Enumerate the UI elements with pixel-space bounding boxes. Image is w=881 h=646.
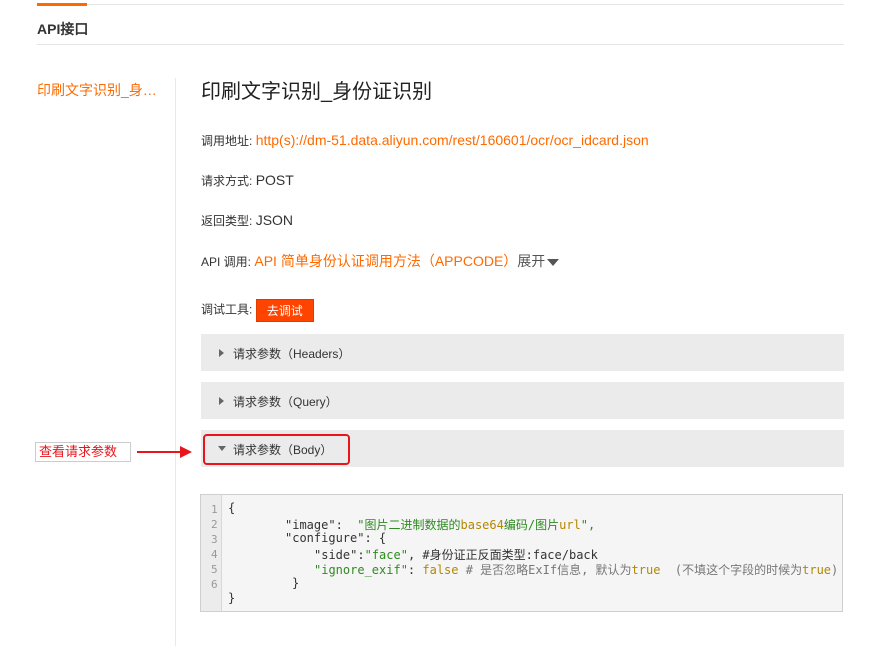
line-number: 4	[211, 548, 218, 561]
call-address-label: 调用地址:	[201, 134, 253, 148]
return-type-value: JSON	[255, 212, 294, 228]
expand-label: 展开	[517, 253, 546, 269]
debug-tool-row: 调试工具: 去调试	[201, 299, 314, 322]
line-number: 5	[211, 563, 218, 576]
sidebar-divider	[175, 78, 176, 646]
return-type-label: 返回类型:	[201, 214, 253, 228]
top-divider	[37, 4, 844, 5]
annotation-label: 查看请求参数	[35, 442, 131, 462]
code-comment: # 是否忽略ExIf信息, 默认为	[458, 563, 632, 577]
code-token: }	[292, 576, 300, 590]
code-string: url	[559, 518, 581, 532]
expand-toggle[interactable]: 展开	[517, 253, 560, 269]
api-title: 印刷文字识别_身份证识别	[201, 81, 433, 103]
caret-right-icon	[219, 349, 224, 357]
caret-down-icon	[547, 258, 560, 266]
code-token: :	[335, 518, 358, 532]
code-comment: (不填这个字段的时候为	[660, 563, 803, 577]
annotation-arrow-icon	[137, 446, 192, 458]
call-address-value: http(s)://dm-51.data.aliyun.com/rest/160…	[255, 132, 649, 148]
code-token: {	[228, 501, 236, 515]
active-tab-indicator	[37, 3, 87, 6]
code-line: "configure": {	[285, 531, 386, 545]
code-line: }	[292, 576, 299, 590]
code-token: }	[228, 591, 236, 605]
annotation-highlight-box	[203, 434, 350, 465]
code-keyword: false	[422, 563, 459, 577]
code-key: "image"	[285, 518, 336, 532]
params-query-label: 请求参数（Query）	[233, 395, 338, 409]
params-headers-label: 请求参数（Headers）	[233, 347, 351, 361]
code-token: : {	[364, 531, 387, 545]
code-keyword: true	[631, 563, 661, 577]
code-line: "ignore_exif": false # 是否忽略ExIf信息, 默认为tr…	[314, 561, 838, 578]
code-token: :	[407, 563, 423, 577]
code-string: base64	[460, 518, 504, 532]
line-number: 6	[211, 578, 218, 591]
sidebar-item-api[interactable]: 印刷文字识别_身份证识别	[37, 80, 162, 100]
code-key: "side"	[314, 548, 358, 562]
api-call-link[interactable]: API 简单身份认证调用方法（APPCODE）	[254, 253, 517, 269]
method-label: 请求方式:	[201, 174, 253, 188]
params-headers-toggle[interactable]: 请求参数（Headers）	[201, 334, 844, 371]
code-key: "ignore_exif"	[314, 563, 408, 577]
code-line: {	[228, 501, 235, 515]
code-comment: , #身份证正反面类型:face/back	[407, 548, 598, 562]
caret-right-icon	[219, 397, 224, 405]
line-number: 3	[211, 533, 218, 546]
params-query-toggle[interactable]: 请求参数（Query）	[201, 382, 844, 419]
code-block: 1 2 3 4 5 6 { "image": "图片二进制数据的base64编码…	[200, 494, 843, 612]
debug-tool-label: 调试工具:	[201, 302, 253, 317]
api-call-row: API 调用: API 简单身份认证调用方法（APPCODE）展开	[201, 251, 560, 271]
code-line: }	[228, 591, 235, 605]
code-key: "configure"	[285, 531, 365, 545]
section-title: API接口	[37, 21, 89, 37]
code-string: "图片二进制数据的	[357, 518, 461, 532]
method-row: 请求方式: POST	[201, 172, 294, 189]
code-keyword: true	[802, 563, 832, 577]
code-string: ",	[580, 518, 596, 532]
debug-button[interactable]: 去调试	[255, 299, 314, 322]
return-type-row: 返回类型: JSON	[201, 212, 293, 229]
method-value: POST	[255, 172, 294, 188]
line-number: 1	[211, 503, 218, 516]
call-address-row: 调用地址: http(s)://dm-51.data.aliyun.com/re…	[201, 132, 649, 149]
section-divider	[37, 44, 844, 45]
code-token: :	[357, 548, 365, 562]
code-string: 编码/图片	[503, 518, 560, 532]
api-call-label: API 调用:	[201, 255, 252, 269]
line-number: 2	[211, 518, 218, 531]
code-string: "face"	[364, 548, 408, 562]
code-comment: )	[831, 563, 839, 577]
